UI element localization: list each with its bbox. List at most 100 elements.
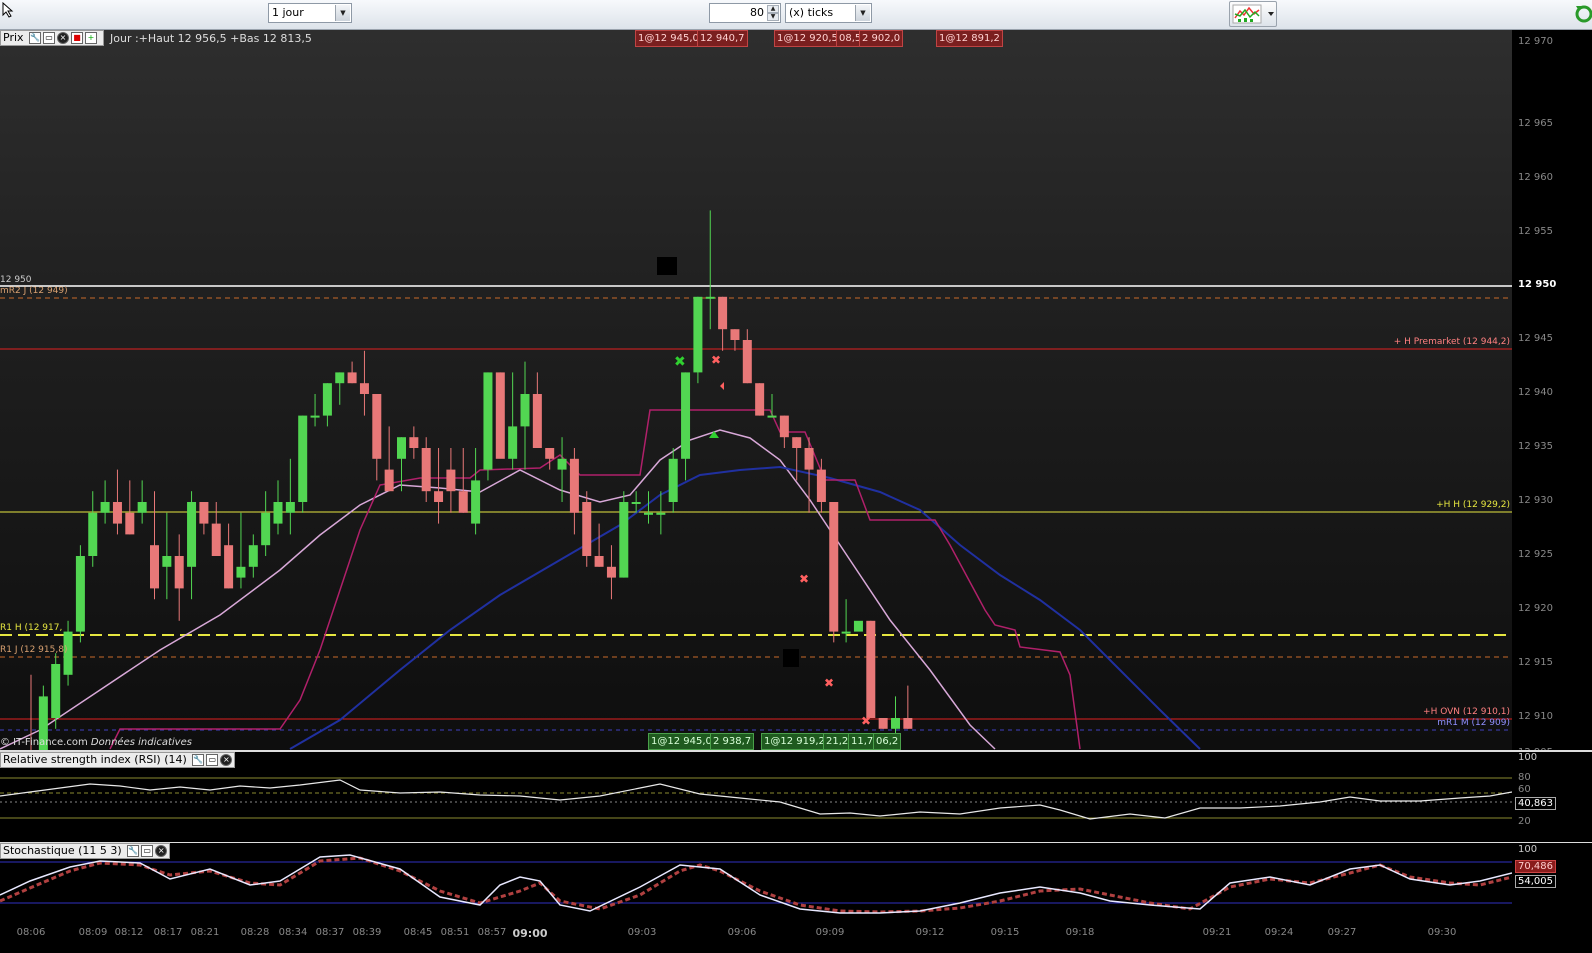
order-tag[interactable]: 1@12 945,0 xyxy=(635,30,702,47)
flag-icon[interactable]: ■ xyxy=(71,32,84,44)
order-tag[interactable]: 1@12 920,5 xyxy=(774,30,841,47)
mouse-cursor-icon xyxy=(2,2,14,18)
price-panel[interactable]: ✖ ✖ ✖ ✖ ✖ Prix 🔧 ▭ × ■ + Jour :+Haut 12 956,… xyxy=(0,30,1512,751)
candle-bullish xyxy=(310,415,320,418)
order-tag[interactable]: 06,2 xyxy=(873,733,902,750)
candle-bearish xyxy=(409,437,419,448)
order-tag[interactable]: 2 938,7 xyxy=(710,733,755,750)
candle-bullish xyxy=(273,502,283,524)
candle-bullish xyxy=(88,512,98,556)
candle-bullish xyxy=(668,458,678,502)
order-tag[interactable]: 1@12 919,2 xyxy=(761,733,828,750)
stochastic-chart[interactable] xyxy=(0,843,1512,921)
candle-bearish xyxy=(458,491,468,513)
candle-bullish xyxy=(841,631,851,634)
wrench-icon[interactable]: 🔧 xyxy=(29,32,42,44)
close-icon[interactable]: × xyxy=(57,32,70,44)
x-tick: 08:28 xyxy=(240,927,270,938)
level-label-hovn: +H OVN (12 910,1) xyxy=(1423,707,1510,717)
wrench-icon[interactable]: 🔧 xyxy=(192,754,205,766)
candle-bullish xyxy=(75,556,85,632)
sell-arrow-marker xyxy=(720,382,724,390)
candle-bullish xyxy=(693,296,703,373)
candle-bullish xyxy=(162,556,172,567)
black-marker xyxy=(783,649,799,667)
level-label-r1j: R1 J (12 915,8) xyxy=(0,645,68,655)
order-tag[interactable]: 12 940,7 xyxy=(697,30,748,47)
period-select[interactable]: 1 jour ▼ xyxy=(268,3,352,23)
candle-bullish xyxy=(483,372,493,470)
rsi-value-badge: 40,863 xyxy=(1515,797,1556,810)
chevron-down-icon[interactable]: ▼ xyxy=(855,5,870,21)
candle-bearish xyxy=(532,394,542,448)
candle-bullish xyxy=(520,394,530,427)
window-icon[interactable]: ▭ xyxy=(43,32,56,44)
candle-bearish xyxy=(866,620,876,718)
candle-bearish xyxy=(125,512,135,535)
candle-bullish xyxy=(631,502,641,504)
candle-bullish xyxy=(187,502,197,567)
y-tick: 12 910 xyxy=(1518,711,1553,722)
disclaimer-label: Données indicatives xyxy=(90,737,192,748)
level-label-12950: 12 950 xyxy=(0,275,32,285)
order-tag[interactable]: 1@12 945,0 xyxy=(648,733,715,750)
close-icon[interactable]: × xyxy=(155,845,168,857)
candle-bullish xyxy=(767,415,777,418)
candle-bullish xyxy=(298,415,308,502)
day-high-low-info: Jour :+Haut 12 956,5 +Bas 12 813,5 xyxy=(110,32,312,45)
candle-bearish xyxy=(495,372,505,459)
sell-cross-marker: ✖ xyxy=(711,353,721,367)
y-tick: 12 920 xyxy=(1518,603,1553,614)
candle-bullish xyxy=(619,502,629,578)
spinner-up-icon[interactable]: ▲ xyxy=(767,5,779,13)
close-icon[interactable]: × xyxy=(220,754,233,766)
spinner-down-icon[interactable]: ▼ xyxy=(767,13,779,21)
x-tick: 08:45 xyxy=(403,927,433,938)
y-tick-highlight: 12 950 xyxy=(1518,279,1557,290)
chevron-down-icon[interactable]: ▼ xyxy=(335,5,350,21)
stoch-k-badge: 70,486 xyxy=(1515,860,1556,873)
candle-bullish xyxy=(681,372,691,459)
time-x-axis[interactable]: 08:06 08:09 08:12 08:17 08:21 08:28 08:3… xyxy=(0,921,1512,953)
chart-type-button[interactable] xyxy=(1229,1,1277,27)
candle-bearish xyxy=(372,394,382,459)
add-icon[interactable]: + xyxy=(85,32,98,44)
candle-bullish xyxy=(236,566,246,578)
candle-bullish xyxy=(557,458,567,470)
level-label-mr2j: mR2 J (12 949) xyxy=(0,286,68,296)
order-tag[interactable]: 1@12 891,2 xyxy=(936,30,1003,47)
candle-bullish xyxy=(853,620,863,632)
unit-select[interactable]: (x) ticks ▼ xyxy=(785,3,872,23)
candle-bearish xyxy=(903,718,913,729)
window-icon[interactable]: ▭ xyxy=(141,845,154,857)
axis-corner xyxy=(1512,921,1592,953)
candle-bearish xyxy=(150,545,159,589)
candle-bearish xyxy=(792,437,802,448)
x-tick: 09:09 xyxy=(815,927,845,938)
x-tick: 08:17 xyxy=(153,927,183,938)
rsi-panel[interactable]: Relative strength index (RSI) (14) 🔧 ▭ × xyxy=(0,752,1512,842)
candle-bearish xyxy=(112,502,122,524)
order-tag[interactable]: 2 902,0 xyxy=(859,30,904,47)
candle-bearish xyxy=(829,502,839,632)
y-tick: 100 xyxy=(1518,752,1538,763)
y-tick: 60 xyxy=(1518,784,1531,795)
price-y-axis[interactable]: 12 970 12 965 12 960 12 955 12 950 12 94… xyxy=(1512,30,1592,751)
y-tick: 12 945 xyxy=(1518,333,1553,344)
refresh-icon[interactable] xyxy=(1570,2,1592,26)
price-chart[interactable]: ✖ ✖ ✖ ✖ ✖ xyxy=(0,30,1512,751)
x-tick: 09:06 xyxy=(727,927,757,938)
wrench-icon[interactable]: 🔧 xyxy=(127,845,140,857)
y-tick: 20 xyxy=(1518,816,1531,827)
x-tick: 08:37 xyxy=(315,927,345,938)
window-icon[interactable]: ▭ xyxy=(206,754,219,766)
ticks-spinner[interactable]: 80 ▲ ▼ xyxy=(709,3,781,23)
stochastic-panel[interactable]: Stochastique (11 5 3) 🔧 ▭ × xyxy=(0,843,1512,921)
y-tick: 12 930 xyxy=(1518,495,1553,506)
candle-bullish xyxy=(397,437,406,459)
y-tick: 12 925 xyxy=(1518,549,1553,560)
toolbar: 1 jour ▼ 80 ▲ ▼ (x) ticks ▼ xyxy=(0,0,1592,30)
envelope-magenta-line xyxy=(109,409,1081,750)
candle-bearish xyxy=(569,458,579,513)
x-tick: 08:51 xyxy=(440,927,470,938)
